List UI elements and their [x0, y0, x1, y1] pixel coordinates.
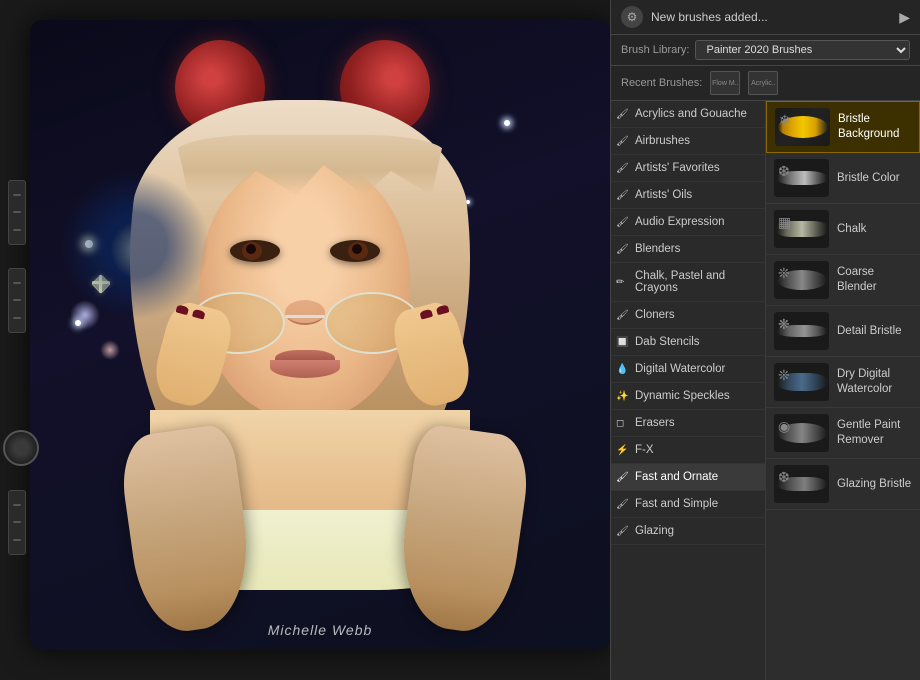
new-brushes-label: New brushes added...	[651, 10, 891, 24]
brush-thumb-glazing-bristle: ❆	[774, 465, 829, 503]
content-area: 🖌 Acrylics and Gouache 🖌 Airbrushes 🖌 Ar…	[611, 101, 920, 680]
category-airbrushes[interactable]: 🖌 Airbrushes	[611, 128, 765, 155]
eye-left	[230, 240, 280, 262]
category-chalk-pastel[interactable]: ✏ Chalk, Pastel and Crayons	[611, 263, 765, 302]
category-artists-oils[interactable]: 🖌 Artists' Oils	[611, 182, 765, 209]
brush-name-chalk: Chalk	[837, 222, 866, 237]
brush-coarse-blender[interactable]: ❊ Coarse Blender	[766, 255, 920, 306]
brush-bristle-background[interactable]: ❄ Bristle Background	[766, 101, 920, 153]
category-glazing[interactable]: 🖌 Glazing	[611, 518, 765, 545]
brush-detail-bristle[interactable]: ❋ Detail Bristle	[766, 306, 920, 357]
control-wheel[interactable]	[3, 430, 39, 466]
control-strip-1[interactable]	[8, 180, 26, 245]
category-fast-and-simple[interactable]: 🖌 Fast and Simple	[611, 491, 765, 518]
recent-brush-2[interactable]: Acrylic..	[748, 71, 778, 95]
artist-name: Michelle Webb	[268, 622, 373, 638]
brush-name-detail-bristle: Detail Bristle	[837, 324, 902, 339]
recent-brushes-row: Recent Brushes: Flow M.. Acrylic..	[611, 66, 920, 101]
brush-library-row: Brush Library: Painter 2020 Brushes	[611, 35, 920, 66]
new-brushes-bar: ⚙ New brushes added... ▶	[611, 0, 920, 35]
control-strip-3[interactable]	[8, 490, 26, 555]
brush-thumb-gentle-paint-remover: ◉	[774, 414, 829, 452]
brush-gentle-paint-remover[interactable]: ◉ Gentle Paint Remover	[766, 408, 920, 459]
eye-right	[330, 240, 380, 262]
brush-name-glazing-bristle: Glazing Bristle	[837, 477, 911, 492]
brush-name-dry-digital-watercolor: Dry Digital Watercolor	[837, 367, 912, 397]
arrow-icon[interactable]: ▶	[899, 9, 910, 26]
category-blenders[interactable]: 🖌 Blenders	[611, 236, 765, 263]
canvas-area[interactable]: Michelle Webb	[30, 20, 610, 650]
blue-bg-circle	[60, 170, 210, 320]
brush-name-bristle-color: Bristle Color	[837, 171, 900, 186]
category-audio-expression[interactable]: 🖌 Audio Expression	[611, 209, 765, 236]
category-fx[interactable]: ⚡ F-X	[611, 437, 765, 464]
category-acrylics[interactable]: 🖌 Acrylics and Gouache	[611, 101, 765, 128]
right-panel: ⚙ New brushes added... ▶ Brush Library: …	[610, 0, 920, 680]
brush-thumb-dry-digital-watercolor: ❊	[774, 363, 829, 401]
control-strip-2[interactable]	[8, 268, 26, 333]
light-orb-3	[100, 340, 120, 360]
star-1	[504, 120, 510, 126]
brush-thumb-bristle-background: ❄	[775, 108, 830, 146]
brush-thumb-bristle-color: ❆	[774, 159, 829, 197]
brush-thumb-coarse-blender: ❊	[774, 261, 829, 299]
canvas-artwork: Michelle Webb	[30, 20, 610, 650]
gear-button[interactable]: ⚙	[621, 6, 643, 28]
brush-categories: 🖌 Acrylics and Gouache 🖌 Airbrushes 🖌 Ar…	[611, 101, 766, 680]
brush-library-label: Brush Library:	[621, 44, 689, 56]
brush-dry-digital-watercolor[interactable]: ❊ Dry Digital Watercolor	[766, 357, 920, 408]
category-digital-watercolor[interactable]: 💧 Digital Watercolor	[611, 356, 765, 383]
left-controls	[8, 180, 30, 333]
brush-list: ❄ Bristle Background ❆ Bristle Color ▦ C…	[766, 101, 920, 680]
brush-bristle-color[interactable]: ❆ Bristle Color	[766, 153, 920, 204]
brush-glazing-bristle[interactable]: ❆ Glazing Bristle	[766, 459, 920, 510]
recent-brush-1[interactable]: Flow M..	[710, 71, 740, 95]
brush-library-select[interactable]: Painter 2020 Brushes	[695, 40, 910, 60]
category-cloners[interactable]: 🖌 Cloners	[611, 302, 765, 329]
category-erasers[interactable]: ◻ Erasers	[611, 410, 765, 437]
category-fast-and-ornate[interactable]: 🖌 Fast and Ornate	[611, 464, 765, 491]
sparkle-small-2	[75, 320, 81, 326]
brush-chalk[interactable]: ▦ Chalk	[766, 204, 920, 255]
recent-brushes-label: Recent Brushes:	[621, 77, 702, 89]
brush-name-gentle-paint-remover: Gentle Paint Remover	[837, 418, 912, 448]
category-dynamic-speckles[interactable]: ✨ Dynamic Speckles	[611, 383, 765, 410]
brush-name-bristle-background: Bristle Background	[838, 112, 911, 142]
brush-thumb-chalk: ▦	[774, 210, 829, 248]
category-dab-stencils[interactable]: 🔲 Dab Stencils	[611, 329, 765, 356]
brush-name-coarse-blender: Coarse Blender	[837, 265, 912, 295]
brush-thumb-detail-bristle: ❋	[774, 312, 829, 350]
category-artists-favorites[interactable]: 🖌 Artists' Favorites	[611, 155, 765, 182]
